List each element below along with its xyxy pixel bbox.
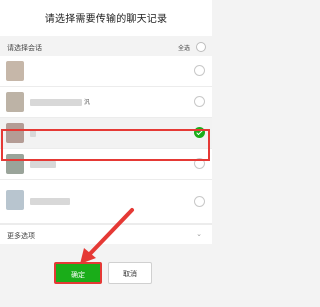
avatar: [6, 190, 24, 210]
page-title: 请选择需要传输的聊天记录: [44, 14, 168, 25]
avatar: [6, 123, 24, 143]
chat-name-blurred: [30, 130, 36, 137]
chat-checkbox[interactable]: [194, 96, 205, 107]
section-label: 请选择会话: [7, 44, 42, 52]
chat-name-blurred: [30, 198, 70, 205]
chat-checkbox[interactable]: [194, 65, 205, 76]
chat-name-blurred: [30, 161, 56, 168]
chat-checkbox-checked[interactable]: [194, 127, 205, 138]
chat-checkbox[interactable]: [194, 158, 205, 169]
chat-name-blurred: [30, 99, 82, 106]
section-header: 请选择会话 全选: [0, 36, 212, 56]
dialog-header: 请选择需要传输的聊天记录: [0, 0, 212, 36]
chat-row[interactable]: [0, 149, 212, 180]
more-options-label: 更多选项: [7, 232, 35, 240]
chevron-down-icon: ⌄: [196, 230, 202, 238]
chat-name: 汎: [84, 99, 91, 106]
select-all-label[interactable]: 全选: [178, 43, 190, 52]
chat-row[interactable]: [0, 56, 212, 87]
avatar: [6, 61, 24, 81]
chat-row[interactable]: [0, 180, 212, 224]
chat-checkbox[interactable]: [194, 196, 205, 207]
cancel-button[interactable]: 取消: [108, 262, 152, 284]
avatar: [6, 92, 24, 112]
confirm-button[interactable]: 确定: [54, 262, 102, 284]
more-options-row[interactable]: 更多选项 ⌄: [0, 224, 212, 245]
select-all-checkbox[interactable]: [196, 42, 206, 52]
avatar: [6, 154, 24, 174]
chat-row[interactable]: 汎: [0, 87, 212, 118]
bottom-action-bar: [0, 244, 212, 307]
chat-row-selected[interactable]: [0, 118, 212, 149]
